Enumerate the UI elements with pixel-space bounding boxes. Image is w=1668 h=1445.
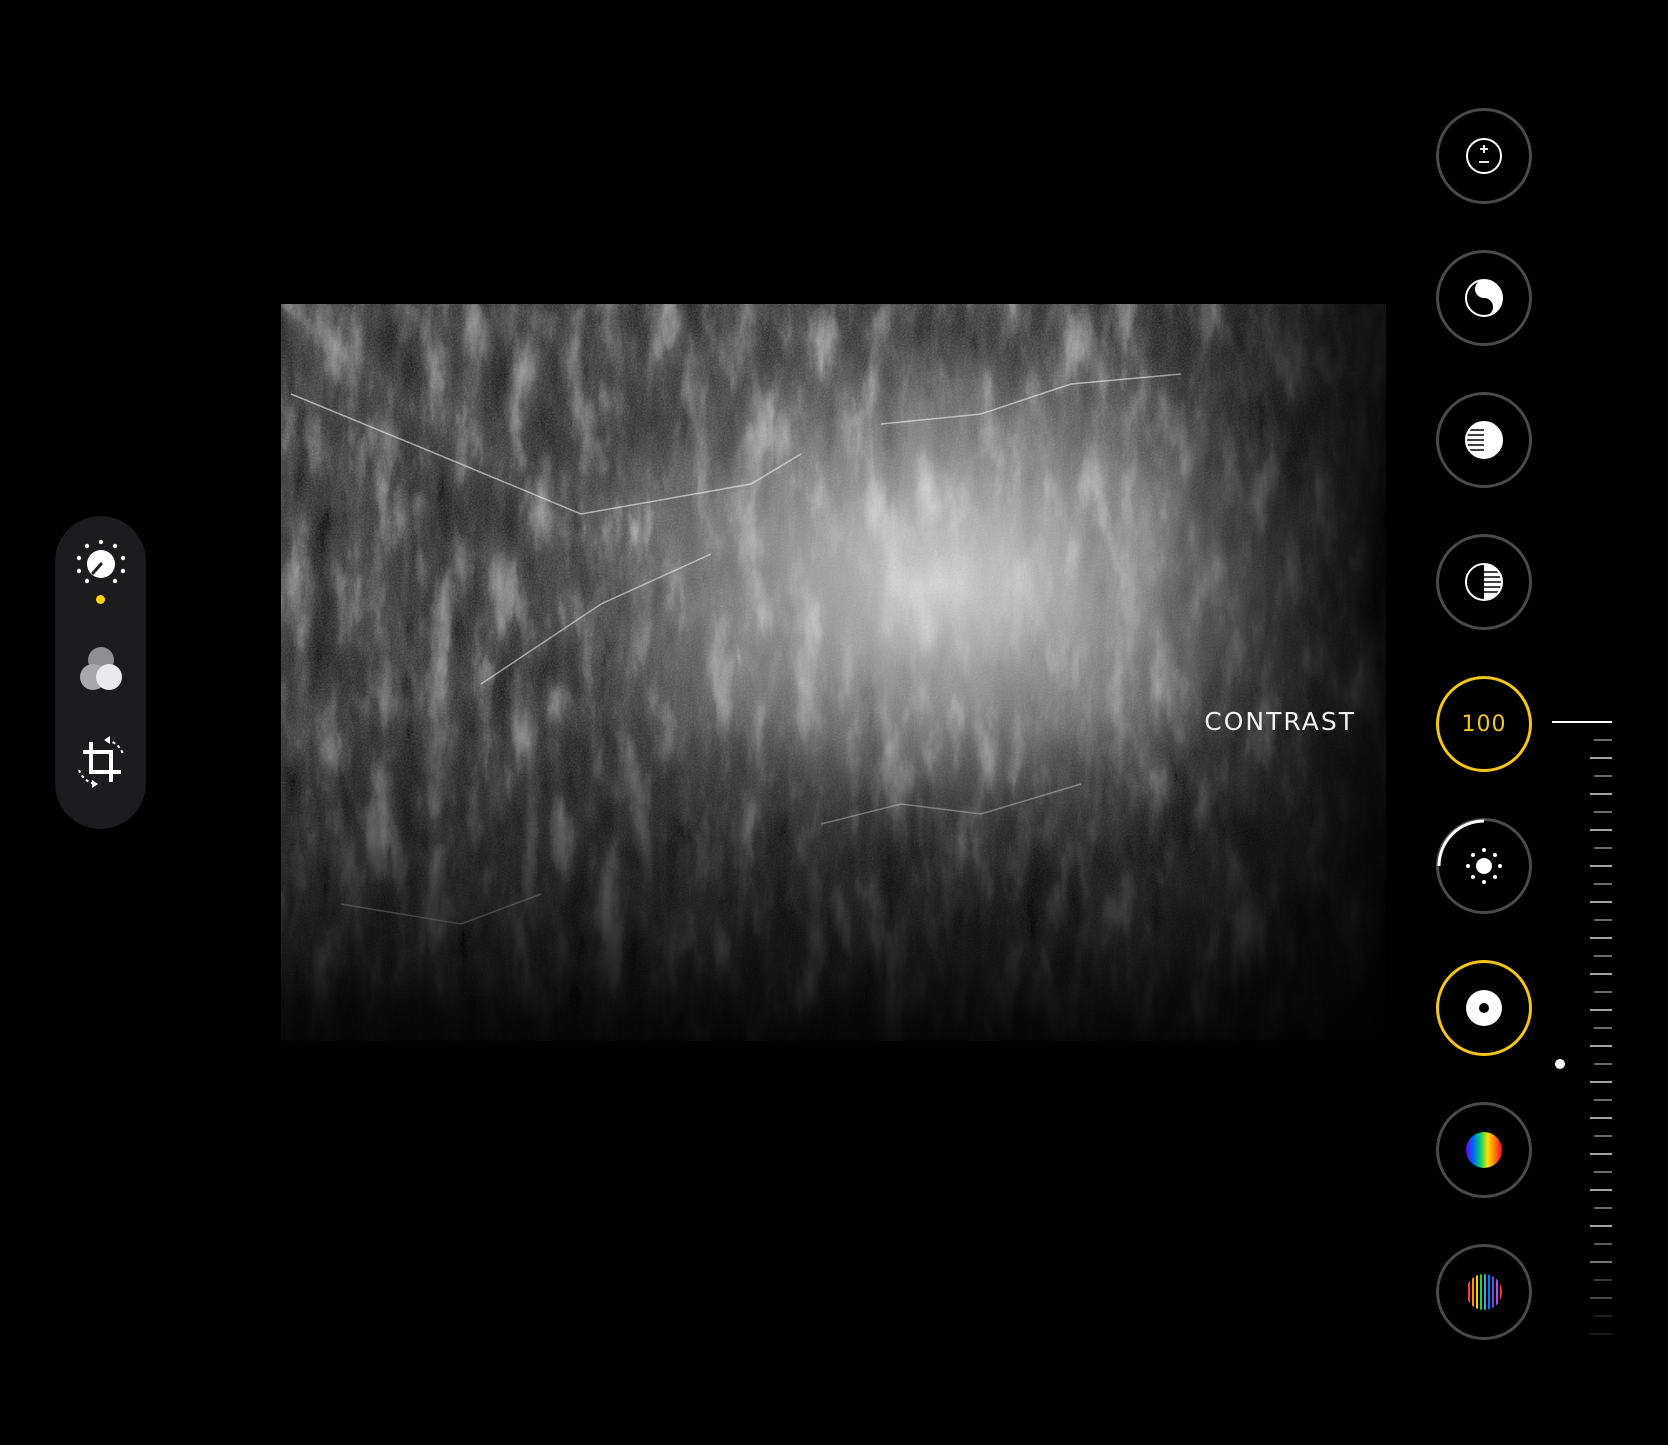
edit-mode-toolbar — [55, 516, 146, 829]
photo-editor: CONTRAST 100 — [0, 0, 1668, 1445]
black-point-button[interactable] — [1436, 960, 1532, 1056]
slider-ruler — [1552, 721, 1612, 1335]
saturation-button[interactable] — [1436, 1102, 1532, 1198]
adjust-dial-icon — [76, 539, 125, 584]
active-tool-indicator — [96, 595, 105, 604]
slider-zero-dot — [1555, 1059, 1565, 1069]
adjust-tool-button[interactable] — [55, 536, 146, 592]
brilliance-button[interactable] — [1436, 250, 1532, 346]
vibrance-stripes-icon — [1468, 1274, 1502, 1310]
filters-tool-button[interactable] — [55, 643, 146, 697]
highlights-half-circle-icon — [1465, 421, 1503, 459]
saturation-gradient-icon — [1466, 1132, 1502, 1168]
crop-tool-button[interactable] — [55, 732, 146, 792]
shadows-half-circle-icon — [1465, 563, 1503, 601]
exposure-button[interactable] — [1436, 108, 1532, 204]
contrast-value: 100 — [1461, 711, 1507, 737]
exposure-plus-minus-icon — [1466, 138, 1502, 174]
photo-canvas[interactable] — [281, 304, 1386, 1041]
grunge-texture-photo — [281, 304, 1386, 1041]
shadows-button[interactable] — [1436, 534, 1532, 630]
highlights-button[interactable] — [1436, 392, 1532, 488]
filters-circles-icon — [79, 647, 122, 690]
contrast-button[interactable]: 100 — [1436, 676, 1532, 772]
brilliance-yin-yang-icon — [1465, 279, 1503, 317]
brightness-progress-arc — [1437, 819, 1485, 867]
contrast-slider[interactable] — [1548, 718, 1618, 1358]
black-point-icon — [1466, 990, 1502, 1026]
crop-rotate-icon — [77, 736, 124, 788]
adjustment-name-label: CONTRAST — [1204, 707, 1356, 736]
brightness-button[interactable] — [1436, 818, 1532, 914]
vibrance-button[interactable] — [1436, 1244, 1532, 1340]
